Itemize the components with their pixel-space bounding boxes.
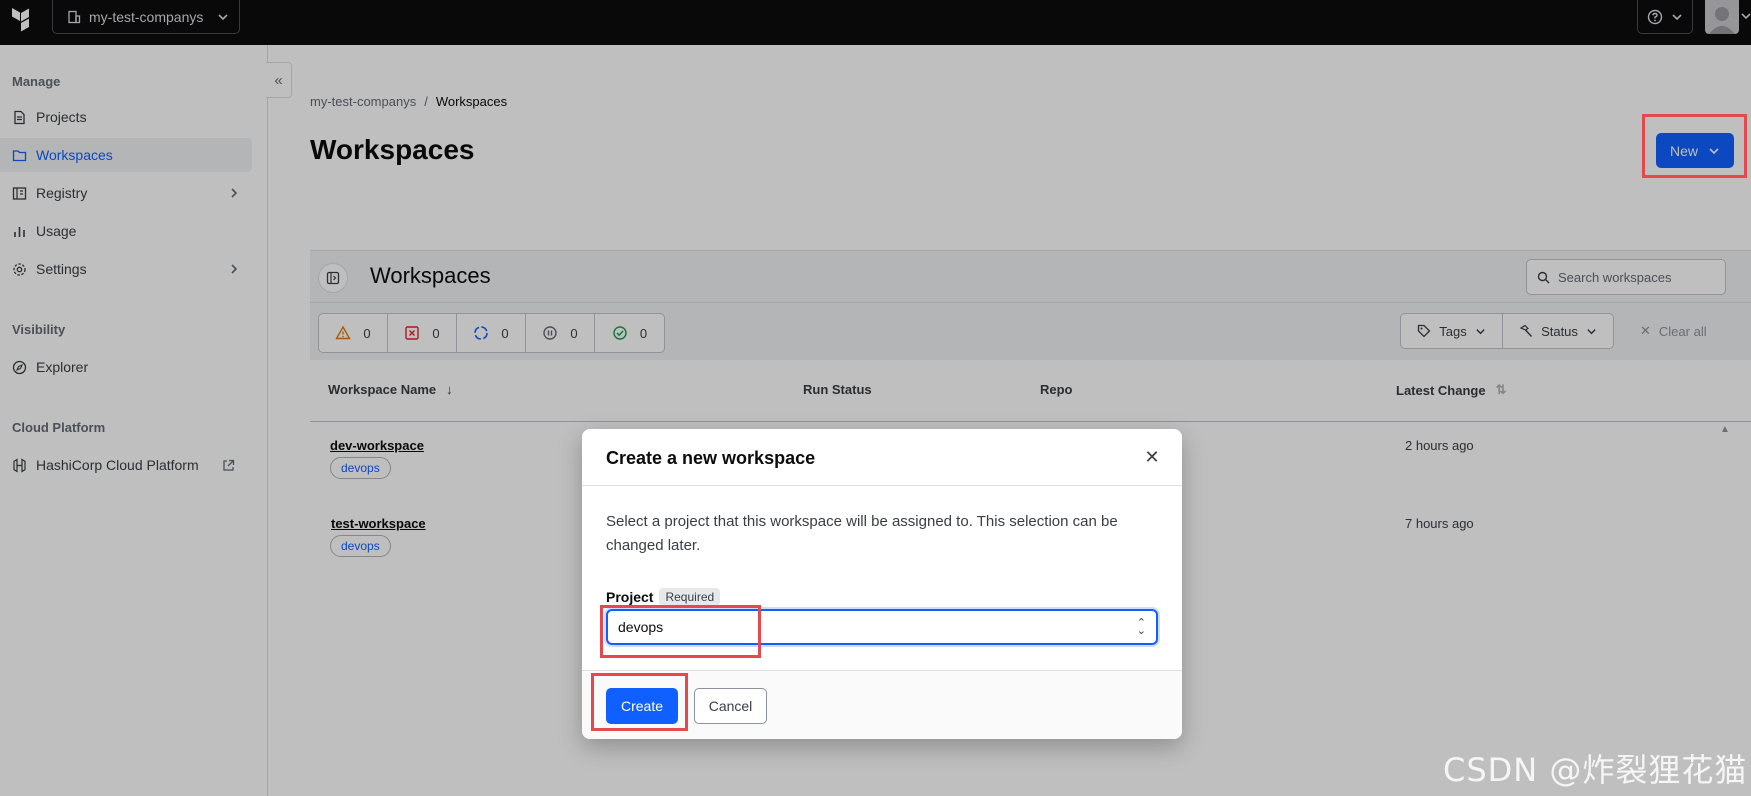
cancel-button[interactable]: Cancel (694, 688, 767, 724)
highlight-box (600, 605, 761, 658)
select-arrows-icon: ⌃ ⌄ (1136, 617, 1146, 637)
modal-header: Create a new workspace ✕ (582, 429, 1182, 486)
modal-title: Create a new workspace (606, 448, 816, 468)
watermark: CSDN @炸裂狸花猫 (1443, 751, 1748, 789)
project-label: Project (606, 589, 654, 605)
modal-description: Select a project that this workspace wil… (606, 513, 1118, 554)
highlight-box (591, 673, 688, 731)
project-field-label: Project Required (606, 588, 721, 606)
highlight-box (1642, 114, 1747, 178)
close-icon[interactable]: ✕ (1138, 443, 1166, 471)
required-badge: Required (659, 588, 721, 606)
